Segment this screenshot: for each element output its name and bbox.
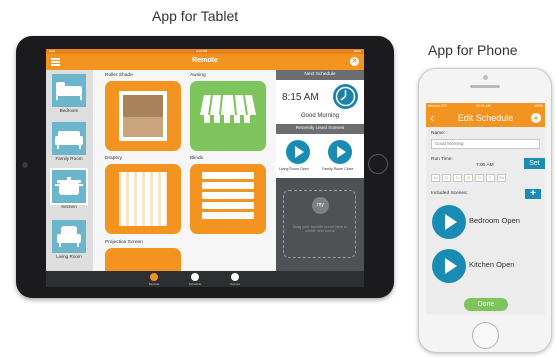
play-icon[interactable] [286, 140, 310, 164]
day-toggle-w[interactable]: W [464, 174, 473, 182]
scene-roller-shade[interactable]: Roller Shade [105, 73, 188, 151]
tablet-screen: iPad 4:16 PM 100% Remote ✕ Bedroom Famil… [46, 49, 364, 287]
blinds-icon [190, 164, 266, 234]
room-item-living-room[interactable]: Living Room [52, 220, 86, 259]
tablet-tab-bar: Remote Schedule Scenes [46, 271, 364, 287]
day-toggle-su[interactable]: Su [431, 174, 440, 182]
play-icon[interactable] [328, 140, 352, 164]
phone-status-bar: Verizon LTE 10:01 AM 100% [426, 103, 545, 110]
tablet-device: iPad 4:16 PM 100% Remote ✕ Bedroom Famil… [16, 36, 394, 298]
room-label: Living Room [56, 254, 82, 259]
my-badge: my [312, 197, 329, 214]
set-button[interactable]: Set [524, 158, 545, 169]
included-scene-item[interactable]: Bedroom Open [432, 205, 540, 243]
room-item-kitchen[interactable]: Kitchen [50, 168, 88, 209]
scene-label: Projection Screen [105, 240, 143, 245]
tablet-nav-bar: Remote ✕ [46, 54, 364, 70]
play-icon[interactable] [432, 205, 466, 239]
phone-camera [483, 75, 488, 80]
day-toggle-f[interactable]: F [486, 174, 495, 182]
scene-grid: Roller Shade Awning Drapery Blinds Proje… [93, 70, 276, 287]
status-time: 4:16 PM [196, 49, 208, 53]
included-scene-item[interactable]: Kitchen Open [432, 249, 540, 287]
room-item-family-room[interactable]: Family Room [52, 122, 86, 161]
next-schedule-time: 8:15 AM [282, 92, 319, 103]
armchair-icon [52, 220, 86, 253]
included-scenes-label: Included Scenes: [431, 191, 468, 196]
room-label: Bedroom [59, 108, 79, 113]
scene-label: Roller Shade [105, 73, 133, 78]
status-battery: 100% [534, 104, 543, 108]
tab-label: Schedule [188, 281, 202, 286]
tab-schedule[interactable]: Schedule [185, 273, 205, 286]
play-icon[interactable] [432, 249, 466, 283]
clock-icon [333, 84, 358, 109]
recent-scenes-header: Recently Used Scenes [276, 124, 364, 134]
done-button[interactable]: Done [464, 298, 508, 311]
pot-icon [50, 168, 88, 205]
scene-label: Awning [190, 73, 206, 78]
scene-label: Drapery [105, 156, 123, 161]
name-field[interactable]: Good Morning [431, 139, 540, 149]
room-label: Kitchen [61, 204, 77, 209]
day-toggle-m[interactable]: M [442, 174, 451, 182]
tab-scenes[interactable]: Scenes [225, 273, 245, 286]
included-scene-label: Bedroom Open [469, 216, 520, 225]
close-icon[interactable]: ✕ [350, 57, 359, 66]
status-battery: 100% [353, 49, 361, 53]
scene-drapery[interactable]: Drapery [105, 156, 188, 234]
play-icon [231, 273, 239, 281]
scene-awning[interactable]: Awning [190, 73, 273, 151]
next-schedule-name: Good Morning [300, 113, 340, 119]
phone-home-button[interactable] [472, 322, 499, 349]
room-item-bedroom[interactable]: Bedroom [52, 74, 86, 113]
phone-nav-title: Edit Schedule [457, 113, 514, 123]
scene-label: Blinds [190, 156, 204, 161]
my-scene-hint: Drag your favorite scene here to create … [292, 225, 348, 233]
phone-speaker [470, 85, 500, 88]
tablet-camera [22, 162, 28, 168]
recent-scenes: Living Room Open Family Room Close [276, 134, 364, 178]
recent-scene-label: Living Room Open [279, 167, 309, 171]
status-carrier: iPad [49, 49, 56, 53]
room-label: Family Room [55, 156, 83, 161]
bed-icon [52, 74, 86, 107]
scene-blinds[interactable]: Blinds [190, 156, 273, 234]
drapery-icon [105, 164, 181, 234]
phone-device: Verizon LTE 10:01 AM 100% ‹ Edit Schedul… [418, 68, 552, 353]
phone-screen: Verizon LTE 10:01 AM 100% ‹ Edit Schedul… [426, 103, 545, 314]
next-schedule-header: Next Schedule [276, 70, 364, 80]
my-scene-drop-zone[interactable]: my Drag your favorite scene here to crea… [283, 190, 356, 258]
status-carrier: Verizon LTE [428, 104, 447, 108]
tablet-home-button[interactable] [368, 154, 388, 174]
included-scene-label: Kitchen Open [469, 260, 515, 269]
sofa-icon [52, 122, 86, 155]
edit-schedule-form: Name: Good Morning Run Time: 7:00 AM Set… [426, 127, 545, 314]
name-label: Name: [431, 131, 446, 136]
phone-caption: App for Phone [428, 42, 518, 58]
roller-shade-icon [105, 81, 181, 151]
run-time-label: Run Time: [431, 157, 453, 162]
tab-label: Remote [148, 281, 160, 286]
add-scene-button[interactable]: + [525, 189, 541, 199]
tablet-nav-title: Remote [192, 57, 218, 64]
status-time: 10:01 AM [476, 104, 491, 108]
run-time-value[interactable]: 7:00 AM [476, 163, 494, 168]
next-schedule-card[interactable]: 8:15 AM Good Morning [276, 80, 364, 124]
recent-scene-label: Family Room Close [322, 167, 354, 171]
remote-icon [150, 273, 158, 281]
day-toggle-sa[interactable]: Sa [497, 174, 506, 182]
tab-label: Scenes [229, 281, 240, 286]
awning-icon [190, 81, 266, 151]
room-sidebar: Bedroom Family Room Kitchen Living Room [46, 70, 93, 271]
day-toggle-th[interactable]: Th [475, 174, 484, 182]
plus-circle-icon[interactable]: + [531, 113, 541, 123]
day-toggle-tu[interactable]: Tu [453, 174, 462, 182]
tab-remote[interactable]: Remote [144, 273, 164, 286]
tablet-caption: App for Tablet [152, 8, 239, 24]
phone-nav-bar: ‹ Edit Schedule + [426, 110, 545, 127]
clock-icon [191, 273, 199, 281]
schedule-panel: Next Schedule 8:15 AM Good Morning Recen… [276, 70, 364, 271]
